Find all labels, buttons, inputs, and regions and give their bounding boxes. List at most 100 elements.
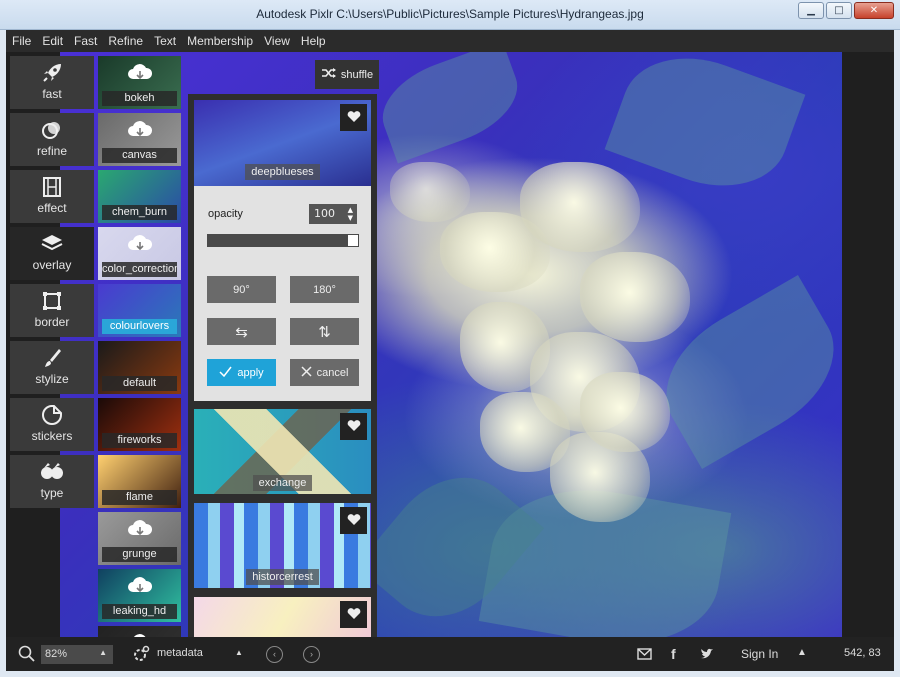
twitter-icon[interactable] bbox=[700, 648, 714, 663]
favorite-button[interactable] bbox=[340, 104, 367, 131]
menu-membership[interactable]: Membership bbox=[181, 30, 258, 52]
chevron-up-icon[interactable]: ▲ bbox=[797, 647, 807, 658]
metadata-icon[interactable] bbox=[132, 645, 150, 666]
overlay-thumb[interactable]: default bbox=[98, 341, 181, 394]
overlay-card-deepblueses[interactable]: deepblueses bbox=[194, 100, 371, 186]
tool-fast-label: fast bbox=[42, 87, 62, 101]
overlay-thumb[interactable]: flame bbox=[98, 455, 181, 508]
menu-file[interactable]: File bbox=[6, 30, 36, 52]
tool-overlay[interactable]: overlay bbox=[10, 227, 94, 280]
flip-vertical-button[interactable]: ⇅ bbox=[290, 318, 359, 345]
tool-border[interactable]: border bbox=[10, 284, 94, 337]
favorite-button[interactable] bbox=[340, 601, 367, 628]
spinner-arrows-icon[interactable]: ▲ ▼ bbox=[348, 206, 353, 222]
overlay-thumb-label: canvas bbox=[102, 148, 177, 163]
overlay-thumb[interactable]: grunge bbox=[98, 512, 181, 565]
minimize-button[interactable]: ▁ bbox=[798, 2, 824, 19]
facebook-icon[interactable]: f bbox=[671, 646, 676, 662]
window-titlebar[interactable]: Autodesk Pixlr C:\Users\Public\Pictures\… bbox=[0, 0, 900, 30]
tool-type-label: type bbox=[40, 486, 64, 500]
menu-bar: File Edit Fast Refine Text Membership Vi… bbox=[6, 30, 894, 52]
overlay-panel: deepblueses opacity 100 ▲ ▼ 90° 180° ⇆ ⇅ … bbox=[188, 94, 377, 637]
tool-effect-label: effect bbox=[37, 201, 67, 215]
tool-overlay-label: overlay bbox=[32, 258, 72, 272]
overlay-card[interactable] bbox=[194, 597, 371, 637]
opacity-slider[interactable] bbox=[207, 234, 359, 247]
overlay-thumb-label: default bbox=[102, 376, 177, 391]
tool-stickers[interactable]: stickers bbox=[10, 398, 94, 451]
menu-help[interactable]: Help bbox=[295, 30, 331, 52]
caret-up-icon[interactable]: ▲ bbox=[235, 648, 243, 657]
cloud-download-icon bbox=[126, 119, 154, 141]
border-frame-icon bbox=[10, 290, 94, 312]
overlay-thumb-label: flame bbox=[102, 490, 177, 505]
shuffle-button[interactable]: shuffle bbox=[315, 60, 379, 89]
cloud-download-icon bbox=[126, 233, 154, 255]
zoom-value: 82% bbox=[45, 648, 68, 660]
sticker-icon bbox=[10, 404, 94, 426]
menu-refine[interactable]: Refine bbox=[102, 30, 148, 52]
close-button[interactable]: ✕ bbox=[854, 2, 894, 19]
opacity-input[interactable]: 100 ▲ ▼ bbox=[309, 204, 357, 224]
app-window: File Edit Fast Refine Text Membership Vi… bbox=[6, 30, 894, 671]
overlay-thumb-label: fireworks bbox=[102, 433, 177, 448]
tool-fast[interactable]: fast bbox=[10, 56, 94, 109]
overlay-card-exchange[interactable]: exchange bbox=[194, 409, 371, 494]
favorite-button[interactable] bbox=[340, 413, 367, 440]
check-icon bbox=[219, 366, 232, 380]
overlay-thumb[interactable] bbox=[98, 626, 181, 637]
overlay-thumbnail-list[interactable]: bokeh canvas chem_burn color_correctioncolo… bbox=[98, 56, 181, 637]
quote-icon bbox=[10, 461, 94, 483]
sign-in-link[interactable]: Sign In bbox=[741, 647, 778, 661]
zoom-icon[interactable] bbox=[18, 645, 36, 666]
cancel-label: cancel bbox=[316, 366, 349, 379]
overlay-thumb[interactable]: color_correction bbox=[98, 227, 181, 280]
previous-button[interactable]: ‹ bbox=[266, 646, 283, 663]
overlay-thumb-label: grunge bbox=[102, 547, 177, 562]
menu-view[interactable]: View bbox=[258, 30, 295, 52]
flip-horizontal-button[interactable]: ⇆ bbox=[207, 318, 276, 345]
overlay-thumb-label: color_correction bbox=[102, 262, 177, 277]
overlay-card-historcerrest[interactable]: historcerrest bbox=[194, 503, 371, 588]
cancel-button[interactable]: cancel bbox=[290, 359, 359, 386]
status-bar: 82% ▲ metadata ▲ ‹ › f Sign In ▲ 542, 83 bbox=[6, 637, 894, 671]
opacity-label: opacity bbox=[208, 208, 243, 220]
shuffle-label: shuffle bbox=[340, 68, 374, 81]
overlay-thumb[interactable]: leaking_hd bbox=[98, 569, 181, 622]
next-button[interactable]: › bbox=[303, 646, 320, 663]
heart-icon bbox=[347, 417, 361, 436]
shuffle-icon bbox=[321, 67, 337, 82]
maximize-button[interactable]: □ bbox=[826, 2, 852, 19]
cloud-download-icon bbox=[126, 575, 154, 597]
rotate-90-button[interactable]: 90° bbox=[207, 276, 276, 303]
rotate-180-button[interactable]: 180° bbox=[290, 276, 359, 303]
tool-refine[interactable]: refine bbox=[10, 113, 94, 166]
overlay-thumb[interactable]: fireworks bbox=[98, 398, 181, 451]
heart-icon bbox=[347, 108, 361, 127]
menu-edit[interactable]: Edit bbox=[36, 30, 68, 52]
slider-handle[interactable] bbox=[348, 235, 358, 246]
overlay-thumb-label: bokeh bbox=[102, 91, 177, 106]
close-icon bbox=[301, 365, 312, 380]
caret-up-icon: ▲ bbox=[99, 648, 107, 657]
favorite-button[interactable] bbox=[340, 507, 367, 534]
apply-button[interactable]: apply bbox=[207, 359, 276, 386]
tool-stylize-label: stylize bbox=[35, 372, 69, 386]
tool-border-label: border bbox=[34, 315, 70, 329]
zoom-select[interactable]: 82% ▲ bbox=[41, 645, 113, 664]
metadata-label[interactable]: metadata bbox=[157, 647, 203, 659]
overlay-thumb[interactable]: chem_burn bbox=[98, 170, 181, 223]
overlay-thumb[interactable]: colourlovers bbox=[98, 284, 181, 337]
email-icon[interactable] bbox=[637, 648, 652, 663]
menu-text[interactable]: Text bbox=[148, 30, 181, 52]
tool-effect[interactable]: effect bbox=[10, 170, 94, 223]
cloud-download-icon bbox=[126, 518, 154, 540]
rocket-icon bbox=[10, 62, 94, 84]
menu-fast[interactable]: Fast bbox=[68, 30, 102, 52]
overlay-thumb[interactable]: canvas bbox=[98, 113, 181, 166]
cursor-coordinates: 542, 83 bbox=[844, 647, 881, 659]
tool-stylize[interactable]: stylize bbox=[10, 341, 94, 394]
overlay-thumb[interactable]: bokeh bbox=[98, 56, 181, 109]
tool-type[interactable]: type bbox=[10, 455, 94, 508]
window-title: Autodesk Pixlr C:\Users\Public\Pictures\… bbox=[256, 7, 644, 21]
